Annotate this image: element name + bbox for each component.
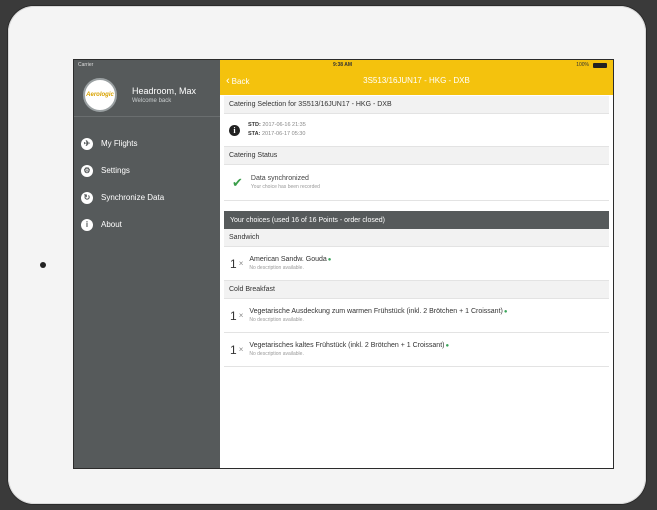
list-item[interactable]: 1 × Vegetarisches kaltes Frühstück (inkl… [224, 333, 609, 367]
gear-icon: ⚙ [81, 164, 93, 177]
main-panel: ‹ Back 3S513/16JUN17 - HKG - DXB Caterin… [220, 60, 613, 468]
status-time: 9:38 AM [333, 62, 352, 68]
avatar: Aerologic [83, 78, 117, 112]
sidebar-item-synchronize[interactable]: ↻ Synchronize Data [74, 184, 220, 211]
std-value: 2017-06-16 21:35 [262, 122, 306, 128]
sync-subtitle: Your choice has been recorded [250, 184, 320, 190]
battery-icon [593, 63, 607, 68]
list-item[interactable]: 1 × American Sandw. Gouda● No descriptio… [224, 247, 609, 281]
group-header-cold-breakfast: Cold Breakfast [224, 281, 609, 299]
sidebar-item-label: Settings [101, 166, 130, 175]
item-desc: No description available. [249, 265, 304, 271]
camera-dot [40, 262, 46, 268]
flight-times-row: i STD: 2017-06-16 21:35 STA: 2017-06-17 … [224, 114, 609, 147]
sidebar: Aerologic Headroom, Max Welcome back ✈ M… [74, 60, 220, 468]
sidebar-item-label: About [101, 220, 122, 229]
catering-status-header: Catering Status [224, 147, 609, 165]
times-icon: × [238, 259, 244, 268]
sidebar-nav: ✈ My Flights ⚙ Settings ↻ Synchronize Da… [74, 130, 220, 238]
flight-times: STD: 2017-06-16 21:35 STA: 2017-06-17 05… [248, 121, 306, 139]
sidebar-item-settings[interactable]: ⚙ Settings [74, 157, 220, 184]
item-name: American Sandw. Gouda [249, 256, 327, 263]
sidebar-item-my-flights[interactable]: ✈ My Flights [74, 130, 220, 157]
leaf-icon: ● [503, 309, 508, 315]
info-icon: i [81, 218, 93, 231]
sync-status-row: ✔ Data synchronized Your choice has been… [224, 165, 609, 201]
battery-percent: 100% [576, 62, 589, 68]
app-screen: Carrier 9:38 AM 100% Aerologic Headroom,… [73, 59, 614, 469]
item-desc: No description available. [249, 317, 304, 323]
sidebar-item-about[interactable]: i About [74, 211, 220, 238]
item-name: Vegetarische Ausdeckung zum warmen Frühs… [249, 308, 503, 315]
item-name: Vegetarisches kaltes Frühstück (inkl. 2 … [249, 342, 445, 349]
sidebar-item-label: My Flights [101, 139, 138, 148]
status-bar: Carrier 9:38 AM 100% [74, 60, 613, 70]
page-title: 3S513/16JUN17 - HKG - DXB [363, 76, 470, 85]
user-name: Headroom, Max [132, 86, 197, 96]
airplane-icon: ✈ [81, 137, 93, 150]
item-qty: 1 [230, 342, 237, 357]
tablet-device: Carrier 9:38 AM 100% Aerologic Headroom,… [8, 6, 646, 504]
std-label: STD: [248, 122, 261, 128]
times-icon: × [238, 345, 244, 354]
item-qty: 1 [230, 308, 237, 323]
avatar-logo-text: Aerologic [86, 92, 114, 98]
carrier-label: Carrier [78, 62, 94, 68]
choices-header: Your choices (used 16 of 16 Points - ord… [224, 211, 609, 229]
leaf-icon: ● [327, 257, 332, 263]
home-button[interactable] [614, 252, 640, 272]
times-icon: × [238, 311, 244, 320]
sta-value: 2017-06-17 05:30 [261, 131, 306, 137]
list-item[interactable]: 1 × Vegetarische Ausdeckung zum warmen F… [224, 299, 609, 333]
double-check-icon: ✔ [232, 175, 243, 190]
sync-title: Data synchronized [250, 175, 309, 182]
content-area: Catering Selection for 3S513/16JUN17 - H… [224, 96, 609, 367]
item-qty: 1 [230, 256, 237, 271]
info-circle-icon[interactable]: i [229, 124, 240, 136]
item-desc: No description available. [249, 351, 304, 357]
welcome-text: Welcome back [132, 98, 172, 104]
catering-selection-header: Catering Selection for 3S513/16JUN17 - H… [224, 96, 609, 114]
sync-icon: ↻ [81, 191, 93, 204]
user-profile: Aerologic Headroom, Max Welcome back [74, 70, 220, 117]
leaf-icon: ● [445, 343, 450, 349]
sidebar-item-label: Synchronize Data [101, 193, 165, 202]
sta-label: STA: [248, 131, 261, 137]
group-header-sandwich: Sandwich [224, 229, 609, 247]
